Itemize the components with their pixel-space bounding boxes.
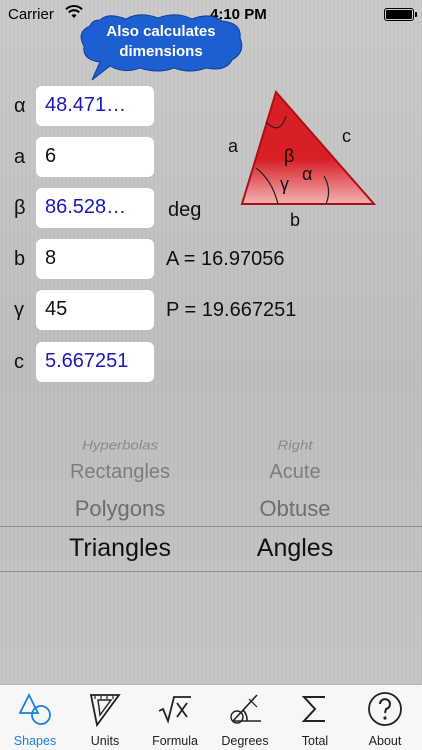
shape-picker[interactable]: Hyperbolas Rectangles Polygons Triangles… [0, 430, 422, 580]
diagram-side-a: a [228, 136, 239, 156]
beta-label: β [14, 197, 26, 219]
diagram-side-c: c [342, 126, 351, 146]
diagram-gamma: γ [280, 174, 289, 194]
diagram-side-b: b [290, 210, 300, 226]
picker-angle-option[interactable]: Acute [195, 461, 395, 484]
picker-angle-option[interactable]: Right [195, 438, 395, 452]
shapes-icon [18, 692, 51, 725]
side-a-field[interactable]: 6 [36, 137, 154, 177]
alpha-label: α [14, 95, 26, 117]
tab-about-label: About [368, 734, 402, 748]
unit-label: deg [168, 199, 202, 221]
perimeter-result: P = 19.667251 [166, 299, 297, 321]
tab-formula[interactable]: Formula [140, 685, 210, 750]
tab-degrees[interactable]: Degrees [210, 685, 280, 750]
set-square-icon [89, 694, 121, 727]
side-b-label: b [14, 248, 26, 270]
beta-field[interactable]: 86.528… [36, 188, 154, 228]
tab-shapes[interactable]: Shapes [0, 685, 70, 750]
picker-shape-option[interactable]: Rectangles [20, 461, 220, 484]
picker-selection-bottom [0, 571, 422, 572]
side-c-label: c [14, 351, 24, 373]
side-a-label: a [14, 146, 26, 168]
tab-shapes-label: Shapes [13, 734, 57, 748]
picker-shape-selected[interactable]: Triangles [20, 534, 220, 563]
tab-formula-label: Formula [152, 734, 198, 748]
area-result: A = 16.97056 [166, 248, 285, 270]
tab-units-label: Units [90, 734, 120, 748]
gamma-label: γ [14, 299, 24, 321]
battery-icon [384, 8, 417, 21]
protractor-icon [230, 694, 261, 724]
picker-shape-option[interactable]: Hyperbolas [20, 438, 220, 452]
question-icon [368, 692, 402, 726]
picker-angle-selected[interactable]: Angles [195, 534, 395, 563]
tab-about[interactable]: About [350, 685, 420, 750]
side-b-field[interactable]: 8 [36, 239, 154, 279]
callout-line1: Also calculates [106, 23, 216, 40]
picker-shape-option[interactable]: Polygons [20, 496, 220, 522]
tab-total[interactable]: Total [280, 685, 350, 750]
tab-degrees-label: Degrees [221, 734, 269, 748]
side-c-field[interactable]: 5.667251 [36, 342, 154, 382]
gamma-field[interactable]: 45 [36, 290, 154, 330]
diagram-alpha: α [302, 164, 312, 184]
tab-bar: Shapes Units Formula Degrees Total About [0, 684, 422, 750]
tab-units[interactable]: Units [70, 685, 140, 750]
carrier-label: Carrier [8, 6, 54, 23]
callout-line2: dimensions [119, 43, 203, 60]
triangle-diagram: a c b β γ α [228, 89, 377, 226]
picker-selection-top [0, 526, 422, 527]
tab-total-label: Total [301, 734, 329, 748]
formula-icon [158, 696, 191, 724]
sigma-icon [301, 696, 325, 722]
picker-angle-option[interactable]: Obtuse [195, 496, 395, 522]
callout-bubble: Also calculates dimensions [78, 14, 244, 81]
alpha-field[interactable]: 48.471… [36, 86, 154, 126]
diagram-beta: β [284, 146, 294, 166]
triangle-shape [240, 89, 377, 205]
